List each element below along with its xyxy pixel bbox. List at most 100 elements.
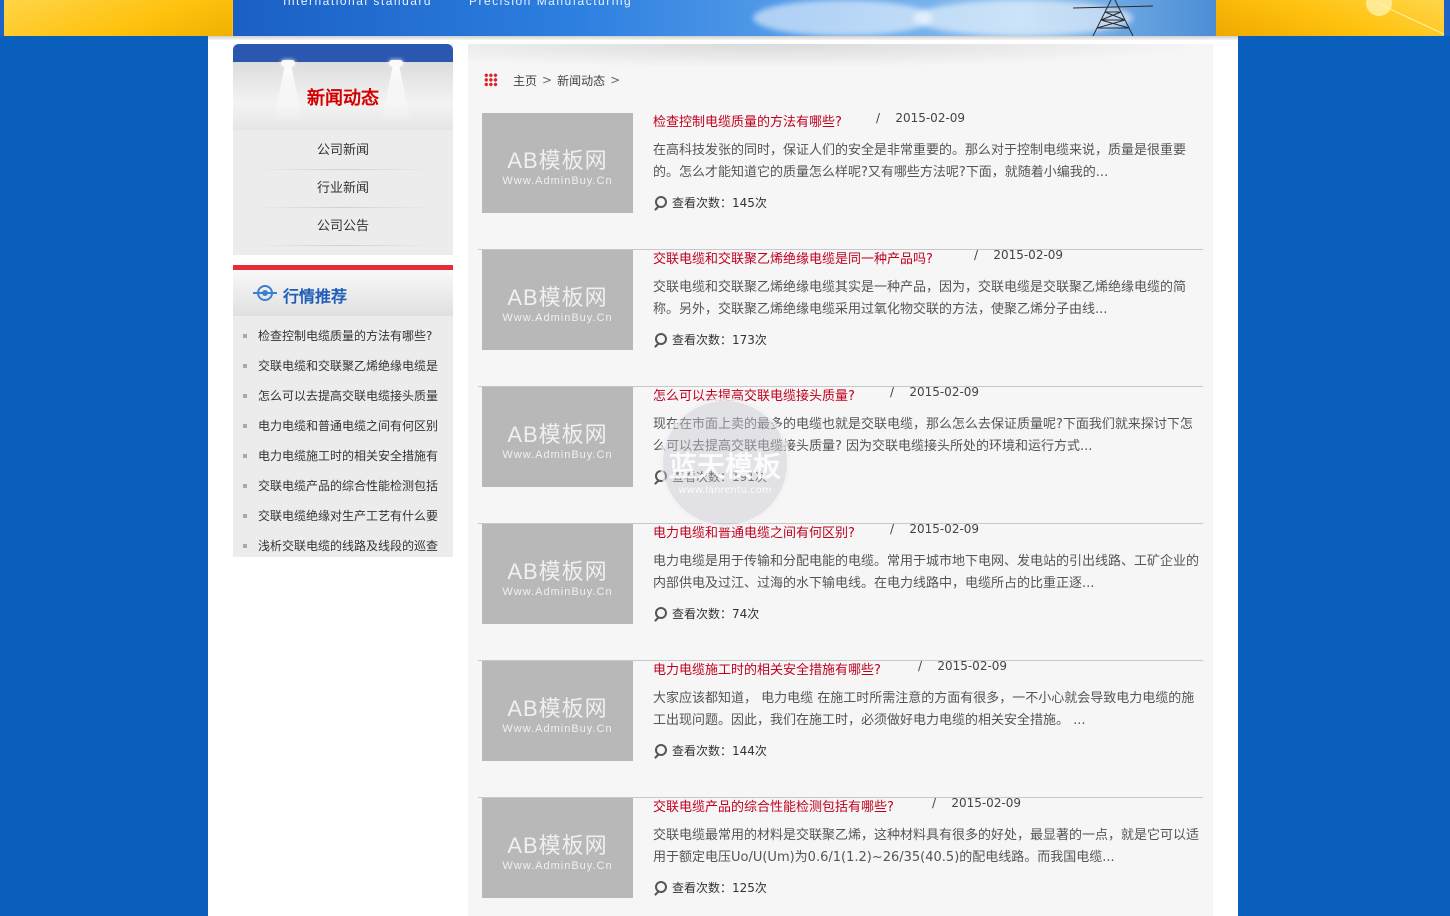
date-separator: / bbox=[876, 111, 881, 125]
article-thumbnail[interactable]: AB模板网 Www.AdminBuy.Cn bbox=[482, 113, 633, 213]
sidebar-recommended-title: 行情推荐 bbox=[283, 287, 348, 306]
article-date: / 2015-02-09 bbox=[890, 385, 979, 399]
article-views: 查看次数：173次 bbox=[653, 331, 767, 348]
article-views: 查看次数：144次 bbox=[653, 742, 767, 759]
magnifier-icon bbox=[653, 606, 667, 621]
magnifier-icon bbox=[653, 332, 667, 347]
article-title[interactable]: 交联电缆和交联聚乙烯绝缘电缆是同一种产品吗? bbox=[653, 248, 933, 267]
date-separator: / bbox=[918, 659, 923, 673]
recommended-link[interactable]: 怎么可以去提高交联电缆接头质量 bbox=[233, 382, 453, 412]
thumbnail-url-text: Www.AdminBuy.Cn bbox=[502, 312, 613, 324]
thumbnail-url-text: Www.AdminBuy.Cn bbox=[502, 860, 613, 872]
article-title[interactable]: 检查控制电缆质量的方法有哪些? bbox=[653, 111, 842, 130]
article-date: / 2015-02-09 bbox=[890, 522, 979, 536]
breadcrumb-separator: > bbox=[542, 73, 553, 87]
sidebar-news-title: 新闻动态 bbox=[307, 88, 379, 109]
recommended-link[interactable]: 交联电缆产品的综合性能检测包括 bbox=[233, 472, 453, 502]
article-thumbnail[interactable]: AB模板网 Www.AdminBuy.Cn bbox=[482, 387, 633, 487]
banner-slogan-left: International standard bbox=[283, 0, 433, 8]
cloud-decoration bbox=[753, 0, 933, 36]
header-banner: International standard Precision Manufac… bbox=[233, 0, 1216, 36]
article-summary: 大家应该都知道， 电力电缆 在施工时所需注意的方面有很多，一不小心就会导致电力电… bbox=[653, 691, 1195, 728]
recommended-link[interactable]: 电力电缆施工时的相关安全措施有 bbox=[233, 442, 453, 472]
article-date-value: 2015-02-09 bbox=[951, 796, 1022, 810]
article-thumbnail[interactable]: AB模板网 Www.AdminBuy.Cn bbox=[482, 798, 633, 898]
article-views: 查看次数：125次 bbox=[653, 879, 767, 896]
watermark-title: 蓝天模板 bbox=[668, 450, 781, 483]
breadcrumb: 主页 > 新闻动态 > bbox=[484, 70, 625, 90]
article-date-value: 2015-02-09 bbox=[909, 385, 980, 399]
sidebar-news-header: 新闻动态 bbox=[233, 44, 453, 130]
article-date-value: 2015-02-09 bbox=[937, 659, 1008, 673]
article-views-count: 查看次数：144次 bbox=[672, 744, 767, 758]
article-date-value: 2015-02-09 bbox=[909, 522, 980, 536]
date-separator: / bbox=[890, 385, 895, 399]
thumbnail-url-text: Www.AdminBuy.Cn bbox=[502, 449, 613, 461]
magnifier-icon bbox=[653, 743, 667, 758]
banner-right-edge bbox=[1444, 0, 1450, 36]
banner-slogan-right: Precision Manufacturing bbox=[469, 0, 633, 8]
magnifier-icon bbox=[653, 195, 667, 210]
main-content: 主页 > 新闻动态 > AB模板网 Www.AdminBuy.Cn 检查控制电缆… bbox=[468, 44, 1213, 916]
grid-dots-icon bbox=[484, 73, 498, 87]
article-views-count: 查看次数：145次 bbox=[672, 196, 767, 210]
sidebar-recommended: 行情推荐 检查控制电缆质量的方法有哪些? 交联电缆和交联聚乙烯绝缘电缆是 怎么可… bbox=[233, 265, 453, 557]
spotlight-decoration bbox=[389, 60, 403, 66]
sidebar-news-list: 公司新闻 行业新闻 公司公告 bbox=[233, 130, 453, 250]
article-date: / 2015-02-09 bbox=[918, 659, 1007, 673]
article-thumbnail[interactable]: AB模板网 Www.AdminBuy.Cn bbox=[482, 250, 633, 350]
article-item: AB模板网 Www.AdminBuy.Cn 电力电缆施工时的相关安全措施有哪些?… bbox=[478, 659, 1203, 798]
banner-right-decoration bbox=[1216, 0, 1444, 36]
banner-left-edge bbox=[0, 0, 4, 36]
thumbnail-url-text: Www.AdminBuy.Cn bbox=[502, 723, 613, 735]
sidebar-item-industry-news[interactable]: 行业新闻 bbox=[233, 174, 453, 212]
thumbnail-logo-text: AB模板网 bbox=[507, 559, 608, 584]
article-date-value: 2015-02-09 bbox=[993, 248, 1064, 262]
breadcrumb-current[interactable]: 新闻动态 bbox=[557, 72, 605, 89]
article-title[interactable]: 电力电缆施工时的相关安全措施有哪些? bbox=[653, 659, 881, 678]
date-separator: / bbox=[890, 522, 895, 536]
sidebar-recommended-header: 行情推荐 bbox=[233, 270, 453, 316]
article-summary: 在高科技发张的同时，保证人们的安全是非常重要的。那么对于控制电缆来说，质量是很重… bbox=[653, 143, 1187, 180]
target-icon bbox=[253, 285, 277, 301]
article-thumbnail[interactable]: AB模板网 Www.AdminBuy.Cn bbox=[482, 661, 633, 761]
watermark-seal: 蓝天模板 www.lanrentu.com bbox=[660, 398, 790, 528]
article-title[interactable]: 交联电缆产品的综合性能检测包括有哪些? bbox=[653, 796, 894, 815]
sidebar-recommended-list: 检查控制电缆质量的方法有哪些? 交联电缆和交联聚乙烯绝缘电缆是 怎么可以去提高交… bbox=[233, 316, 453, 562]
watermark-url: www.lanrentu.com bbox=[678, 485, 772, 496]
article-summary: 电力电缆是用于传输和分配电能的电缆。常用于城市地下电网、发电站的引出线路、工矿企… bbox=[653, 554, 1200, 591]
article-summary: 交联电缆最常用的材料是交联聚乙烯，这种材料具有很多的好处，最显著的一点，就是它可… bbox=[653, 828, 1200, 865]
sidebar-item-company-news[interactable]: 公司新闻 bbox=[233, 136, 453, 174]
sidebar-item-announcements[interactable]: 公司公告 bbox=[233, 212, 453, 250]
article-views-count: 查看次数：74次 bbox=[672, 607, 760, 621]
banner-left-decoration bbox=[0, 0, 232, 36]
recommended-link[interactable]: 交联电缆绝缘对生产工艺有什么要 bbox=[233, 502, 453, 532]
sidebar-news: 新闻动态 公司新闻 行业新闻 公司公告 bbox=[233, 44, 453, 255]
thumbnail-logo-text: AB模板网 bbox=[507, 833, 608, 858]
thumbnail-url-text: Www.AdminBuy.Cn bbox=[502, 175, 613, 187]
article-item: AB模板网 Www.AdminBuy.Cn 电力电缆和普通电缆之间有何区别? /… bbox=[478, 522, 1203, 661]
article-date-value: 2015-02-09 bbox=[895, 111, 966, 125]
recommended-link[interactable]: 电力电缆和普通电缆之间有何区别 bbox=[233, 412, 453, 442]
content-top-shadow bbox=[468, 44, 1213, 68]
spotlight-decoration bbox=[281, 60, 295, 66]
power-tower-icon bbox=[1073, 0, 1153, 36]
article-summary: 交联电缆和交联聚乙烯绝缘电缆其实是一种产品，因为，交联电缆是交联聚乙烯绝缘电缆的… bbox=[653, 280, 1187, 317]
article-thumbnail[interactable]: AB模板网 Www.AdminBuy.Cn bbox=[482, 524, 633, 624]
recommended-link[interactable]: 检查控制电缆质量的方法有哪些? bbox=[233, 322, 453, 352]
thumbnail-logo-text: AB模板网 bbox=[507, 696, 608, 721]
article-item: AB模板网 Www.AdminBuy.Cn 交联电缆产品的综合性能检测包括有哪些… bbox=[478, 796, 1203, 916]
date-separator: / bbox=[932, 796, 937, 810]
article-date: / 2015-02-09 bbox=[974, 248, 1063, 262]
article-date: / 2015-02-09 bbox=[876, 111, 965, 125]
breadcrumb-home[interactable]: 主页 bbox=[513, 72, 537, 89]
banner-shadow bbox=[208, 36, 1238, 40]
recommended-link[interactable]: 浅析交联电缆的线路及线段的巡查 bbox=[233, 532, 453, 562]
article-views-count: 查看次数：173次 bbox=[672, 333, 767, 347]
recommended-link[interactable]: 交联电缆和交联聚乙烯绝缘电缆是 bbox=[233, 352, 453, 382]
article-views: 查看次数：145次 bbox=[653, 194, 767, 211]
article-views-count: 查看次数：125次 bbox=[672, 881, 767, 895]
article-title[interactable]: 电力电缆和普通电缆之间有何区别? bbox=[653, 522, 855, 541]
magnifier-icon bbox=[653, 880, 667, 895]
date-separator: / bbox=[974, 248, 979, 262]
